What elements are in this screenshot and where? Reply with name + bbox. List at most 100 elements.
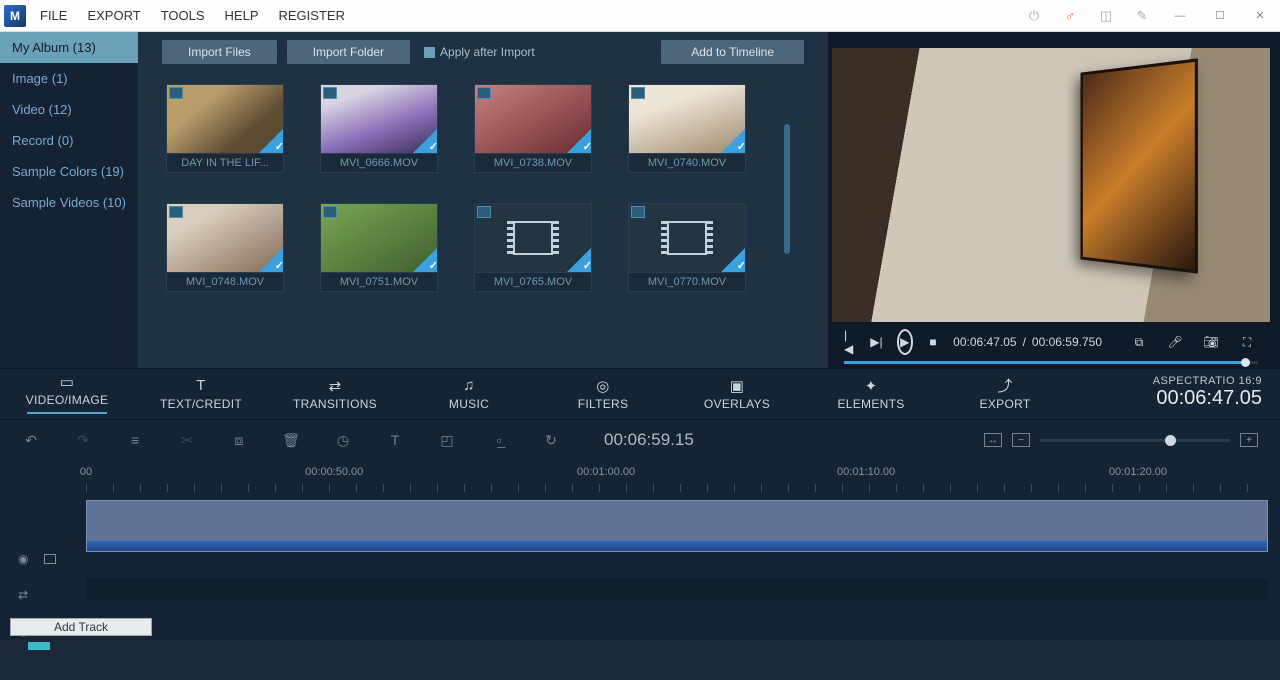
selected-check-icon [567,248,591,272]
rotate-icon[interactable]: ↻ [542,432,560,449]
mosaic-icon[interactable]: ▫̲ [490,432,508,448]
media-thumb[interactable]: MVI_0740.MOV [628,84,746,173]
media-thumb[interactable]: MVI_0770.MOV [628,203,746,292]
track-header-transition[interactable]: ⇄ [0,588,86,602]
fullscreen-icon[interactable]: ⛶ [1236,331,1258,353]
preview-canvas[interactable] [832,48,1270,322]
add-to-timeline-button[interactable]: Add to Timeline [661,40,804,64]
track-header-video[interactable]: ◉ [0,552,86,566]
sidebar-item-record[interactable]: Record (0) [0,125,138,156]
time-ruler[interactable]: 00 00:00:50.00 00:01:00.00 00:01:10.00 0… [86,466,1268,486]
mic-icon[interactable]: 🎤︎ [1164,331,1186,353]
tab-text-credit[interactable]: TTEXT/CREDIT [134,369,268,419]
tab-export[interactable]: ⤴ EXPORT [938,369,1072,419]
delete-icon[interactable]: 🗑︎ [282,432,300,449]
media-scrollbar[interactable] [784,124,790,254]
preview-current-time: 00:06:47.05 [953,335,1016,349]
speed-icon[interactable]: ◷ [334,432,352,449]
add-track-button[interactable]: Add Track [10,618,152,636]
sidebar-item-my-album[interactable]: My Album (13) [0,32,138,63]
split-icon[interactable]: ⧈ [230,432,248,449]
tab-overlays[interactable]: ▣OVERLAYS [670,369,804,419]
overlay-track[interactable] [86,612,1268,642]
thumb-label: MVI_0765.MOV [474,273,592,292]
menu-register[interactable]: REGISTER [279,8,345,23]
tab-label: EXPORT [980,397,1031,411]
redo-icon[interactable]: ↷ [74,432,92,449]
media-thumb[interactable]: MVI_0666.MOV [320,84,438,173]
seek-handle[interactable] [1241,358,1250,367]
media-thumb[interactable]: MVI_0751.MOV [320,203,438,292]
sidebar-item-sample-videos[interactable]: Sample Videos (10) [0,187,138,218]
close-button[interactable]: ✕ [1250,6,1270,26]
next-frame-button[interactable]: ▶| [870,331,882,353]
tab-icon: ▭ [60,374,74,390]
media-thumb[interactable]: DAY IN THE LIF... [166,84,284,173]
sidebar-item-sample-colors[interactable]: Sample Colors (19) [0,156,138,187]
edit-icon[interactable]: ✎ [1134,8,1150,24]
tab-label: ELEMENTS [837,397,904,411]
zoom-out-icon[interactable]: − [1012,433,1030,447]
list-icon[interactable]: ≡ [126,432,144,448]
selected-check-icon [259,129,283,153]
zoom-fit-icon[interactable]: ↔ [984,433,1002,447]
text-tool-icon[interactable]: T [386,432,404,448]
tab-music[interactable]: ♫MUSIC [402,369,536,419]
media-type-badge [631,87,645,99]
media-type-badge [323,87,337,99]
apply-after-import-checkbox[interactable]: Apply after Import [424,45,535,59]
media-thumb[interactable]: MVI_0765.MOV [474,203,592,292]
thumb-label: MVI_0751.MOV [320,273,438,292]
zoom-slider[interactable] [1040,439,1230,442]
play-button[interactable]: ▶ [897,329,913,355]
layout-icon[interactable]: ◫ [1098,8,1114,24]
tab-elements[interactable]: ✦ELEMENTS [804,369,938,419]
thumb-image [320,203,438,273]
media-type-badge [323,206,337,218]
cut-icon[interactable]: ✂ [178,432,196,449]
tab-label: VIDEO/IMAGE [26,393,109,407]
media-area: Import Files Import Folder Apply after I… [138,32,828,368]
preview-seekbar[interactable] [844,361,1258,364]
toolbar-time: 00:06:59.15 [604,430,694,450]
menu-export[interactable]: EXPORT [87,8,140,23]
maximize-button[interactable]: ☐ [1210,6,1230,26]
transition-track[interactable] [86,578,1268,600]
menu-tools[interactable]: TOOLS [161,8,205,23]
menu-file[interactable]: FILE [40,8,67,23]
minimize-button[interactable]: — [1170,6,1190,26]
prev-frame-button[interactable]: |◀ [844,331,856,353]
import-folder-button[interactable]: Import Folder [287,40,410,64]
camera-icon[interactable]: 📷︎ [1200,331,1222,353]
power-icon[interactable]: ⏻ [1026,8,1042,24]
zoom-in-icon[interactable]: + [1240,433,1258,447]
tab-filters[interactable]: ◎FILTERS [536,369,670,419]
stop-button[interactable]: ■ [927,331,939,353]
media-thumb[interactable]: MVI_0748.MOV [166,203,284,292]
undo-icon[interactable]: ↶ [22,432,40,449]
media-toolbar: Import Files Import Folder Apply after I… [138,32,828,66]
sidebar-item-image[interactable]: Image (1) [0,63,138,94]
crop-icon[interactable]: ◰ [438,432,456,449]
tab-video-image[interactable]: ▭ VIDEO/IMAGE [0,369,134,419]
overlay-clip[interactable] [28,642,50,650]
import-files-button[interactable]: Import Files [162,40,277,64]
mars-icon[interactable]: ♂ [1062,8,1078,24]
video-track[interactable] [86,496,1268,556]
selected-check-icon [567,129,591,153]
tab-label: MUSIC [449,397,489,411]
media-thumb[interactable]: ➤ MVI_0738.MOV [474,84,592,173]
thumb-image [320,84,438,154]
timeline-clip[interactable] [86,500,1268,552]
transition-track-icon: ⇄ [18,588,28,602]
tab-transitions[interactable]: ⇄TRANSITIONS [268,369,402,419]
menu-help[interactable]: HELP [225,8,259,23]
eye-icon[interactable]: ◉ [18,552,28,566]
tab-icon: ⤴ [997,378,1012,394]
thumb-image [166,203,284,273]
snapshot-marker-icon[interactable]: ⧉ [1128,331,1150,353]
tab-icon: ⇄ [329,378,342,394]
thumb-image [628,203,746,273]
sidebar-item-video[interactable]: Video (12) [0,94,138,125]
zoom-handle[interactable] [1165,435,1176,446]
